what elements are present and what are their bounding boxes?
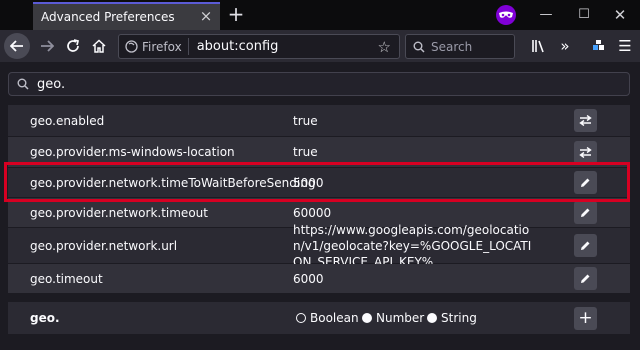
library-icon[interactable] xyxy=(526,33,552,59)
reload-icon[interactable] xyxy=(60,33,86,59)
edit-pencil-icon[interactable] xyxy=(574,234,597,257)
pref-name: geo.provider.network.timeout xyxy=(30,205,208,220)
radio-icon xyxy=(362,313,372,323)
type-radio-number[interactable]: Number xyxy=(362,311,424,325)
edit-pencil-icon[interactable] xyxy=(574,201,597,224)
radio-label: Number xyxy=(376,311,425,325)
type-radio-boolean[interactable]: Boolean xyxy=(296,311,359,325)
radio-icon xyxy=(296,313,306,323)
filter-value[interactable]: geo. xyxy=(37,77,65,92)
table-row[interactable]: geo.enabled true xyxy=(8,105,630,137)
new-pref-name: geo. xyxy=(30,311,60,325)
bookmark-star-icon[interactable]: ☆ xyxy=(378,38,391,56)
search-icon xyxy=(17,78,29,90)
tab-advanced-preferences[interactable]: Advanced Preferences × xyxy=(33,2,220,30)
pref-name: geo.provider.network.timeToWaitBeforeSen… xyxy=(30,175,316,190)
add-preference-row: geo. Boolean Number String + xyxy=(8,302,630,334)
extensions-icon[interactable] xyxy=(586,33,612,59)
pref-name: geo.provider.network.url xyxy=(30,238,178,253)
pref-value: https://www.googleapis.com/geolocation/v… xyxy=(293,222,532,269)
radio-label: String xyxy=(441,311,477,325)
pref-value: true xyxy=(293,113,318,128)
search-placeholder: Search xyxy=(431,39,473,54)
preferences-table: geo.enabled true geo.provider.ms-windows… xyxy=(8,105,630,294)
pref-value: true xyxy=(293,145,318,159)
pref-value: 5000 xyxy=(293,175,324,190)
tab-title: Advanced Preferences xyxy=(41,10,175,24)
address-bar[interactable]: Firefox about:config ☆ xyxy=(118,34,400,59)
radio-label: Boolean xyxy=(310,311,359,325)
about-config-page: geo. geo.enabled true geo.provider.ms-wi… xyxy=(0,62,640,350)
edit-pencil-icon[interactable] xyxy=(574,267,597,290)
home-icon[interactable] xyxy=(86,33,112,59)
back-arrow-icon[interactable] xyxy=(4,33,30,59)
preference-search-input[interactable]: geo. xyxy=(8,72,630,96)
toggle-icon[interactable] xyxy=(574,109,597,132)
pref-name: geo.enabled xyxy=(30,113,105,128)
pref-value: 60000 xyxy=(293,205,332,220)
toggle-icon[interactable] xyxy=(574,140,597,164)
tab-strip: Advanced Preferences × + — ☐ ✕ xyxy=(0,0,640,30)
new-tab-icon[interactable]: + xyxy=(226,3,246,25)
type-radio-string[interactable]: String xyxy=(427,311,477,325)
site-identity[interactable]: Firefox xyxy=(119,38,189,55)
search-icon xyxy=(413,41,425,53)
pref-value: 6000 xyxy=(293,271,324,286)
radio-icon xyxy=(427,313,437,323)
navigation-toolbar: Firefox about:config ☆ Search » ☰ xyxy=(0,30,640,62)
forward-arrow-icon[interactable] xyxy=(34,33,60,59)
search-input[interactable]: Search xyxy=(405,34,515,59)
table-row[interactable]: geo.provider.network.url https://www.goo… xyxy=(8,223,630,269)
tab-close-icon[interactable]: × xyxy=(198,8,214,24)
url-text[interactable]: about:config xyxy=(189,39,279,54)
table-row[interactable]: geo.provider.network.timeToWaitBeforeSen… xyxy=(8,168,630,198)
firefox-icon xyxy=(125,40,138,53)
table-row[interactable]: geo.timeout 6000 xyxy=(8,264,630,294)
identity-label: Firefox xyxy=(142,39,182,54)
edit-pencil-icon[interactable] xyxy=(574,171,597,194)
private-browsing-icon xyxy=(496,5,516,25)
pref-name: geo.timeout xyxy=(30,271,103,286)
pref-name: geo.provider.ms-windows-location xyxy=(30,145,235,159)
table-row[interactable]: geo.provider.ms-windows-location true xyxy=(8,137,630,168)
close-window-icon[interactable]: ✕ xyxy=(598,0,640,30)
hamburger-menu-icon[interactable]: ☰ xyxy=(612,33,638,59)
chevron-overflow-icon[interactable]: » xyxy=(552,33,578,59)
add-pref-plus-icon[interactable]: + xyxy=(574,307,597,330)
